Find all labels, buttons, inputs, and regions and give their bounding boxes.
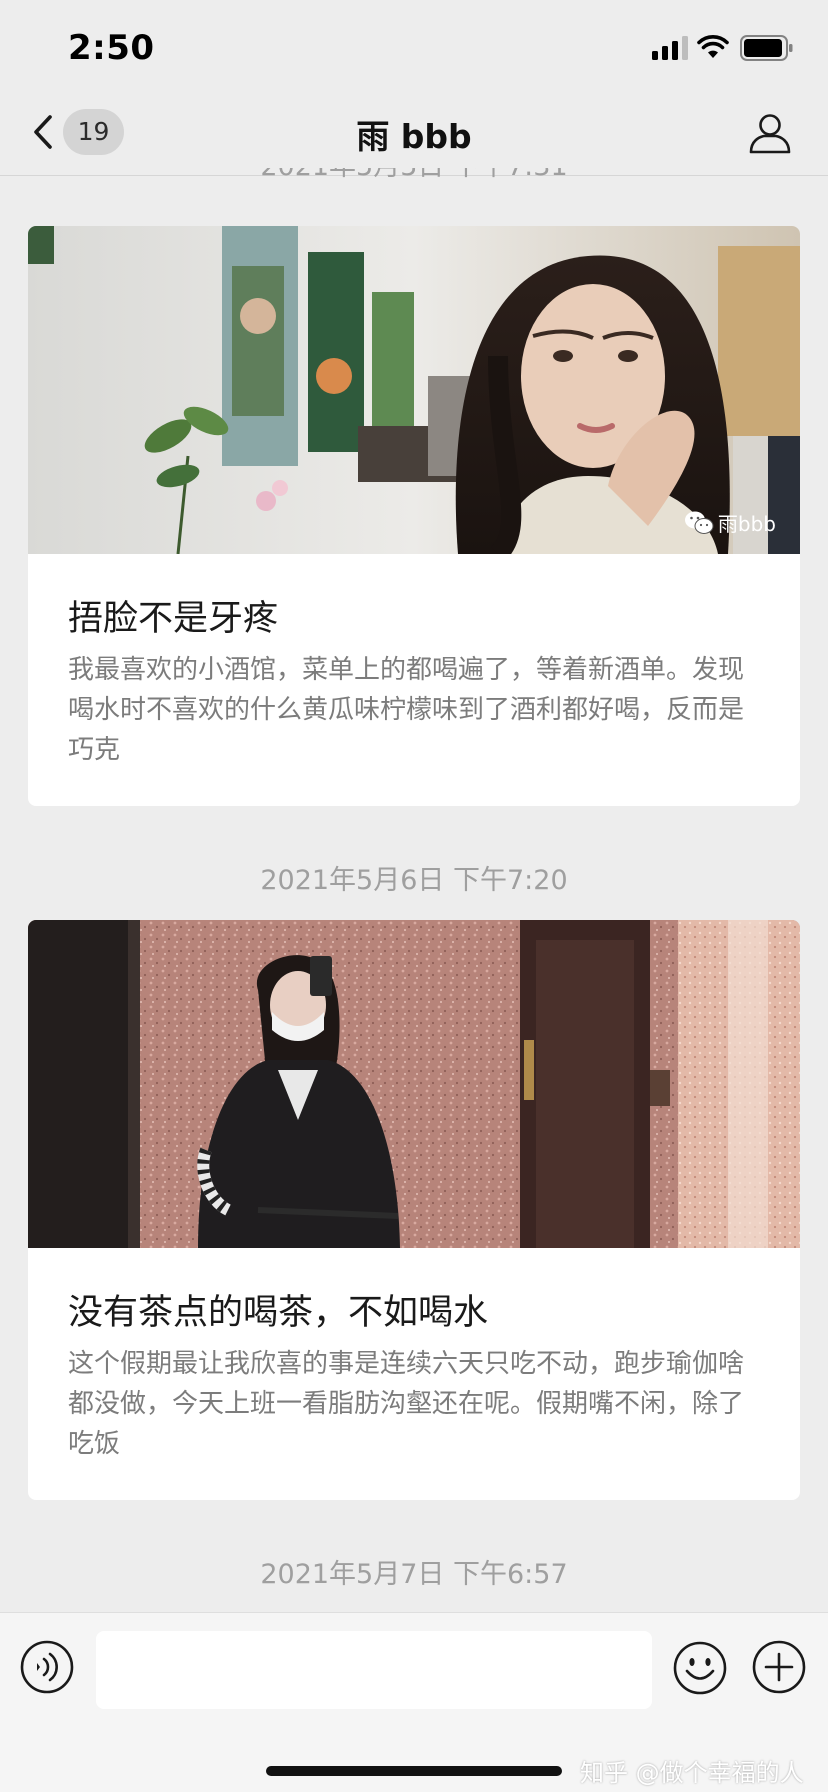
message-timestamp: 2021年5月7日 下午6:57 xyxy=(260,1559,568,1590)
article-description: 我最喜欢的小酒馆，菜单上的都喝遍了，等着新酒单。发现喝水时不喜欢的什么黄瓜味柠檬… xyxy=(68,655,745,765)
nav-bar: 19 雨 bbb xyxy=(0,98,828,176)
article-cover-image[interactable]: 雨bbb xyxy=(28,226,800,554)
zhihu-watermark: 知乎 @做个幸福的人 xyxy=(580,1759,804,1787)
article-card[interactable]: 雨bbb 捂脸不是牙疼 我最喜欢的小酒馆，菜单上的都喝遍了，等着新酒单。发现喝水… xyxy=(28,226,800,806)
status-time: 2:50 xyxy=(68,28,155,68)
signal-icon xyxy=(652,36,688,60)
chat-screen: 2:50 19 雨 bbb 2021年5月5日 下午7 xyxy=(0,0,828,1792)
message-timestamp: 2021年5月5日 下午7:31 xyxy=(0,168,828,178)
article-description: 这个假期最让我欣喜的事是连续六天只吃不动，跑步瑜伽啥都没做，今天上班一看脂肪沟壑… xyxy=(68,1349,745,1459)
article-title: 捂脸不是牙疼 xyxy=(68,599,279,639)
unread-count-badge[interactable]: 19 xyxy=(63,109,124,155)
voice-icon[interactable] xyxy=(20,1640,74,1694)
chat-title: 雨 bbb xyxy=(356,117,472,156)
wifi-icon xyxy=(697,35,729,58)
status-bar: 2:50 xyxy=(0,0,828,98)
person-icon[interactable] xyxy=(748,111,792,155)
image-watermark: 雨bbb xyxy=(684,508,776,537)
chevron-left-icon[interactable] xyxy=(28,112,58,152)
watermark-label: 雨bbb xyxy=(717,512,776,536)
article-title: 没有茶点的喝茶，不如喝水 xyxy=(68,1293,489,1333)
wechat-icon xyxy=(684,511,714,534)
message-input[interactable] xyxy=(96,1631,652,1709)
battery-icon xyxy=(740,35,793,61)
message-timestamp: 2021年5月6日 下午7:20 xyxy=(260,865,568,896)
input-bar: 知乎 @做个幸福的人 xyxy=(0,1612,828,1792)
article-card[interactable]: 没有茶点的喝茶，不如喝水 这个假期最让我欣喜的事是连续六天只吃不动，跑步瑜伽啥都… xyxy=(28,920,800,1500)
emoji-icon[interactable] xyxy=(672,1640,728,1696)
plus-icon[interactable] xyxy=(752,1640,806,1694)
home-indicator[interactable] xyxy=(266,1766,562,1776)
article-cover-image[interactable] xyxy=(28,920,800,1248)
